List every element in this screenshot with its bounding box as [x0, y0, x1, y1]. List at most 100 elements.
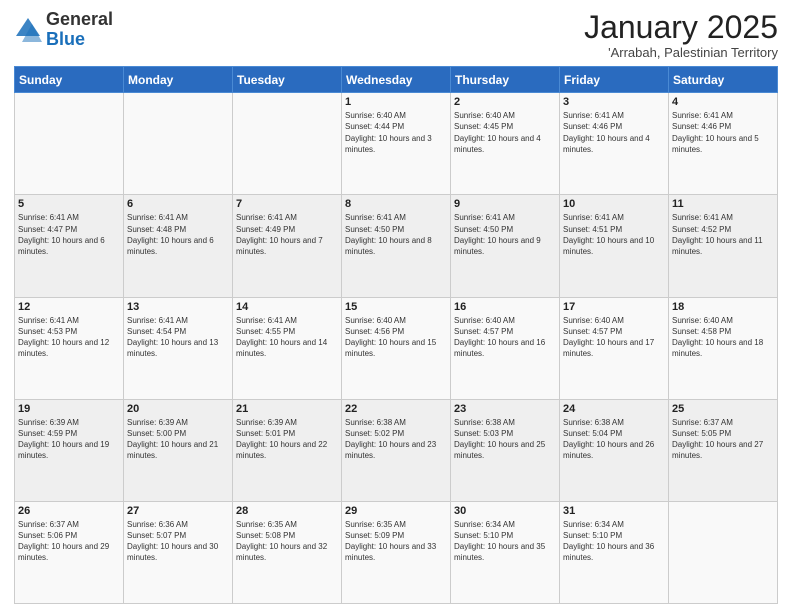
weekday-header-row: SundayMondayTuesdayWednesdayThursdayFrid… — [15, 67, 778, 93]
day-cell: 12Sunrise: 6:41 AM Sunset: 4:53 PM Dayli… — [15, 297, 124, 399]
day-info: Sunrise: 6:40 AM Sunset: 4:57 PM Dayligh… — [563, 315, 665, 360]
day-cell: 5 Sunrise: 6:41 AM Sunset: 4:47 PM Daylig… — [15, 195, 124, 297]
day-cell: 14Sunrise: 6:41 AM Sunset: 4:55 PM Dayli… — [233, 297, 342, 399]
day-cell: 13 Sunrise: 6:41 AM Sunset: 4:54 PM Dayli… — [124, 297, 233, 399]
day-cell: 7 Sunrise: 6:41 AM Sunset: 4:49 PM Daylig… — [233, 195, 342, 297]
day-cell: 8Sunrise: 6:41 AM Sunset: 4:50 PM Daylig… — [342, 195, 451, 297]
day-cell: 21 Sunrise: 6:39 AM Sunset: 5:01 PM Dayli… — [233, 399, 342, 501]
day-number: 22 — [345, 403, 447, 415]
day-cell: 27 Sunrise: 6:36 AM Sunset: 5:07 PM Dayli… — [124, 501, 233, 603]
day-cell: 25 Sunrise: 6:37 AM Sunset: 5:05 PM Dayli… — [669, 399, 778, 501]
day-cell: 24 Sunrise: 6:38 AM Sunset: 5:04 PM Dayli… — [560, 399, 669, 501]
day-info: Sunrise: 6:37 AM Sunset: 5:05 PM Dayligh… — [672, 417, 774, 462]
day-info: Sunrise: 6:34 AM Sunset: 5:10 PM Dayligh… — [563, 519, 665, 564]
day-number: 16 — [454, 301, 556, 313]
day-cell: 22 Sunrise: 6:38 AM Sunset: 5:02 PM Dayli… — [342, 399, 451, 501]
day-cell: 10 Sunrise: 6:41 AM Sunset: 4:51 PM Dayli… — [560, 195, 669, 297]
day-number: 9 — [454, 198, 556, 210]
day-info: Sunrise: 6:41 AM Sunset: 4:46 PM Dayligh… — [672, 110, 774, 155]
day-number: 10 — [563, 198, 665, 210]
day-number: 25 — [672, 403, 774, 415]
subtitle: 'Arrabah, Palestinian Territory — [584, 45, 778, 60]
day-number: 5 — [18, 198, 120, 210]
day-info: Sunrise: 6:40 AM Sunset: 4:58 PM Dayligh… — [672, 315, 774, 360]
day-number: 24 — [563, 403, 665, 415]
day-number: 19 — [18, 403, 120, 415]
day-cell — [669, 501, 778, 603]
day-info: Sunrise: 6:36 AM Sunset: 5:07 PM Dayligh… — [127, 519, 229, 564]
week-row-1: 5 Sunrise: 6:41 AM Sunset: 4:47 PM Daylig… — [15, 195, 778, 297]
day-number: 17 — [563, 301, 665, 313]
day-cell — [233, 93, 342, 195]
day-cell: 17 Sunrise: 6:40 AM Sunset: 4:57 PM Dayli… — [560, 297, 669, 399]
weekday-header-saturday: Saturday — [669, 67, 778, 93]
day-info: Sunrise: 6:40 AM Sunset: 4:45 PM Dayligh… — [454, 110, 556, 155]
day-number: 1 — [345, 96, 447, 108]
day-info: Sunrise: 6:41 AM Sunset: 4:50 PM Dayligh… — [345, 212, 447, 257]
day-info: Sunrise: 6:38 AM Sunset: 5:04 PM Dayligh… — [563, 417, 665, 462]
day-number: 30 — [454, 505, 556, 517]
day-cell: 6 Sunrise: 6:41 AM Sunset: 4:48 PM Daylig… — [124, 195, 233, 297]
day-cell: 30 Sunrise: 6:34 AM Sunset: 5:10 PM Dayli… — [451, 501, 560, 603]
day-cell: 3 Sunrise: 6:41 AM Sunset: 4:46 PM Daylig… — [560, 93, 669, 195]
day-cell — [124, 93, 233, 195]
day-info: Sunrise: 6:41 AM Sunset: 4:48 PM Dayligh… — [127, 212, 229, 257]
day-number: 23 — [454, 403, 556, 415]
day-number: 31 — [563, 505, 665, 517]
day-number: 28 — [236, 505, 338, 517]
day-number: 11 — [672, 198, 774, 210]
logo-text: General Blue — [46, 10, 113, 50]
week-row-2: 12Sunrise: 6:41 AM Sunset: 4:53 PM Dayli… — [15, 297, 778, 399]
title-block: January 2025 'Arrabah, Palestinian Terri… — [584, 10, 778, 60]
day-info: Sunrise: 6:41 AM Sunset: 4:51 PM Dayligh… — [563, 212, 665, 257]
day-info: Sunrise: 6:41 AM Sunset: 4:55 PM Dayligh… — [236, 315, 338, 360]
day-number: 15 — [345, 301, 447, 313]
day-number: 3 — [563, 96, 665, 108]
day-info: Sunrise: 6:41 AM Sunset: 4:52 PM Dayligh… — [672, 212, 774, 257]
day-cell: 9Sunrise: 6:41 AM Sunset: 4:50 PM Daylig… — [451, 195, 560, 297]
day-number: 18 — [672, 301, 774, 313]
day-info: Sunrise: 6:39 AM Sunset: 5:01 PM Dayligh… — [236, 417, 338, 462]
day-cell: 4Sunrise: 6:41 AM Sunset: 4:46 PM Daylig… — [669, 93, 778, 195]
day-cell: 11 Sunrise: 6:41 AM Sunset: 4:52 PM Dayli… — [669, 195, 778, 297]
day-info: Sunrise: 6:34 AM Sunset: 5:10 PM Dayligh… — [454, 519, 556, 564]
day-number: 2 — [454, 96, 556, 108]
day-info: Sunrise: 6:41 AM Sunset: 4:49 PM Dayligh… — [236, 212, 338, 257]
day-number: 26 — [18, 505, 120, 517]
day-cell: 31 Sunrise: 6:34 AM Sunset: 5:10 PM Dayli… — [560, 501, 669, 603]
day-number: 21 — [236, 403, 338, 415]
day-cell: 23 Sunrise: 6:38 AM Sunset: 5:03 PM Dayli… — [451, 399, 560, 501]
day-info: Sunrise: 6:41 AM Sunset: 4:46 PM Dayligh… — [563, 110, 665, 155]
calendar-table: SundayMondayTuesdayWednesdayThursdayFrid… — [14, 66, 778, 604]
day-info: Sunrise: 6:40 AM Sunset: 4:56 PM Dayligh… — [345, 315, 447, 360]
day-info: Sunrise: 6:37 AM Sunset: 5:06 PM Dayligh… — [18, 519, 120, 564]
weekday-header-wednesday: Wednesday — [342, 67, 451, 93]
day-info: Sunrise: 6:35 AM Sunset: 5:08 PM Dayligh… — [236, 519, 338, 564]
week-row-4: 26 Sunrise: 6:37 AM Sunset: 5:06 PM Dayli… — [15, 501, 778, 603]
day-info: Sunrise: 6:38 AM Sunset: 5:03 PM Dayligh… — [454, 417, 556, 462]
week-row-0: 1 Sunrise: 6:40 AM Sunset: 4:44 PM Daylig… — [15, 93, 778, 195]
day-info: Sunrise: 6:40 AM Sunset: 4:57 PM Dayligh… — [454, 315, 556, 360]
day-cell: 29 Sunrise: 6:35 AM Sunset: 5:09 PM Dayli… — [342, 501, 451, 603]
day-info: Sunrise: 6:35 AM Sunset: 5:09 PM Dayligh… — [345, 519, 447, 564]
day-info: Sunrise: 6:40 AM Sunset: 4:44 PM Dayligh… — [345, 110, 447, 155]
day-info: Sunrise: 6:41 AM Sunset: 4:54 PM Dayligh… — [127, 315, 229, 360]
day-number: 29 — [345, 505, 447, 517]
day-cell: 28 Sunrise: 6:35 AM Sunset: 5:08 PM Dayli… — [233, 501, 342, 603]
day-info: Sunrise: 6:41 AM Sunset: 4:47 PM Dayligh… — [18, 212, 120, 257]
weekday-header-sunday: Sunday — [15, 67, 124, 93]
day-info: Sunrise: 6:41 AM Sunset: 4:53 PM Dayligh… — [18, 315, 120, 360]
logo-general: General — [46, 10, 113, 30]
month-title: January 2025 — [584, 10, 778, 45]
day-number: 6 — [127, 198, 229, 210]
weekday-header-thursday: Thursday — [451, 67, 560, 93]
day-number: 7 — [236, 198, 338, 210]
logo-blue: Blue — [46, 30, 113, 50]
day-number: 13 — [127, 301, 229, 313]
header: General Blue January 2025 'Arrabah, Pale… — [14, 10, 778, 60]
day-cell: 26 Sunrise: 6:37 AM Sunset: 5:06 PM Dayli… — [15, 501, 124, 603]
day-info: Sunrise: 6:38 AM Sunset: 5:02 PM Dayligh… — [345, 417, 447, 462]
day-info: Sunrise: 6:39 AM Sunset: 4:59 PM Dayligh… — [18, 417, 120, 462]
day-number: 27 — [127, 505, 229, 517]
day-cell: 20Sunrise: 6:39 AM Sunset: 5:00 PM Dayli… — [124, 399, 233, 501]
